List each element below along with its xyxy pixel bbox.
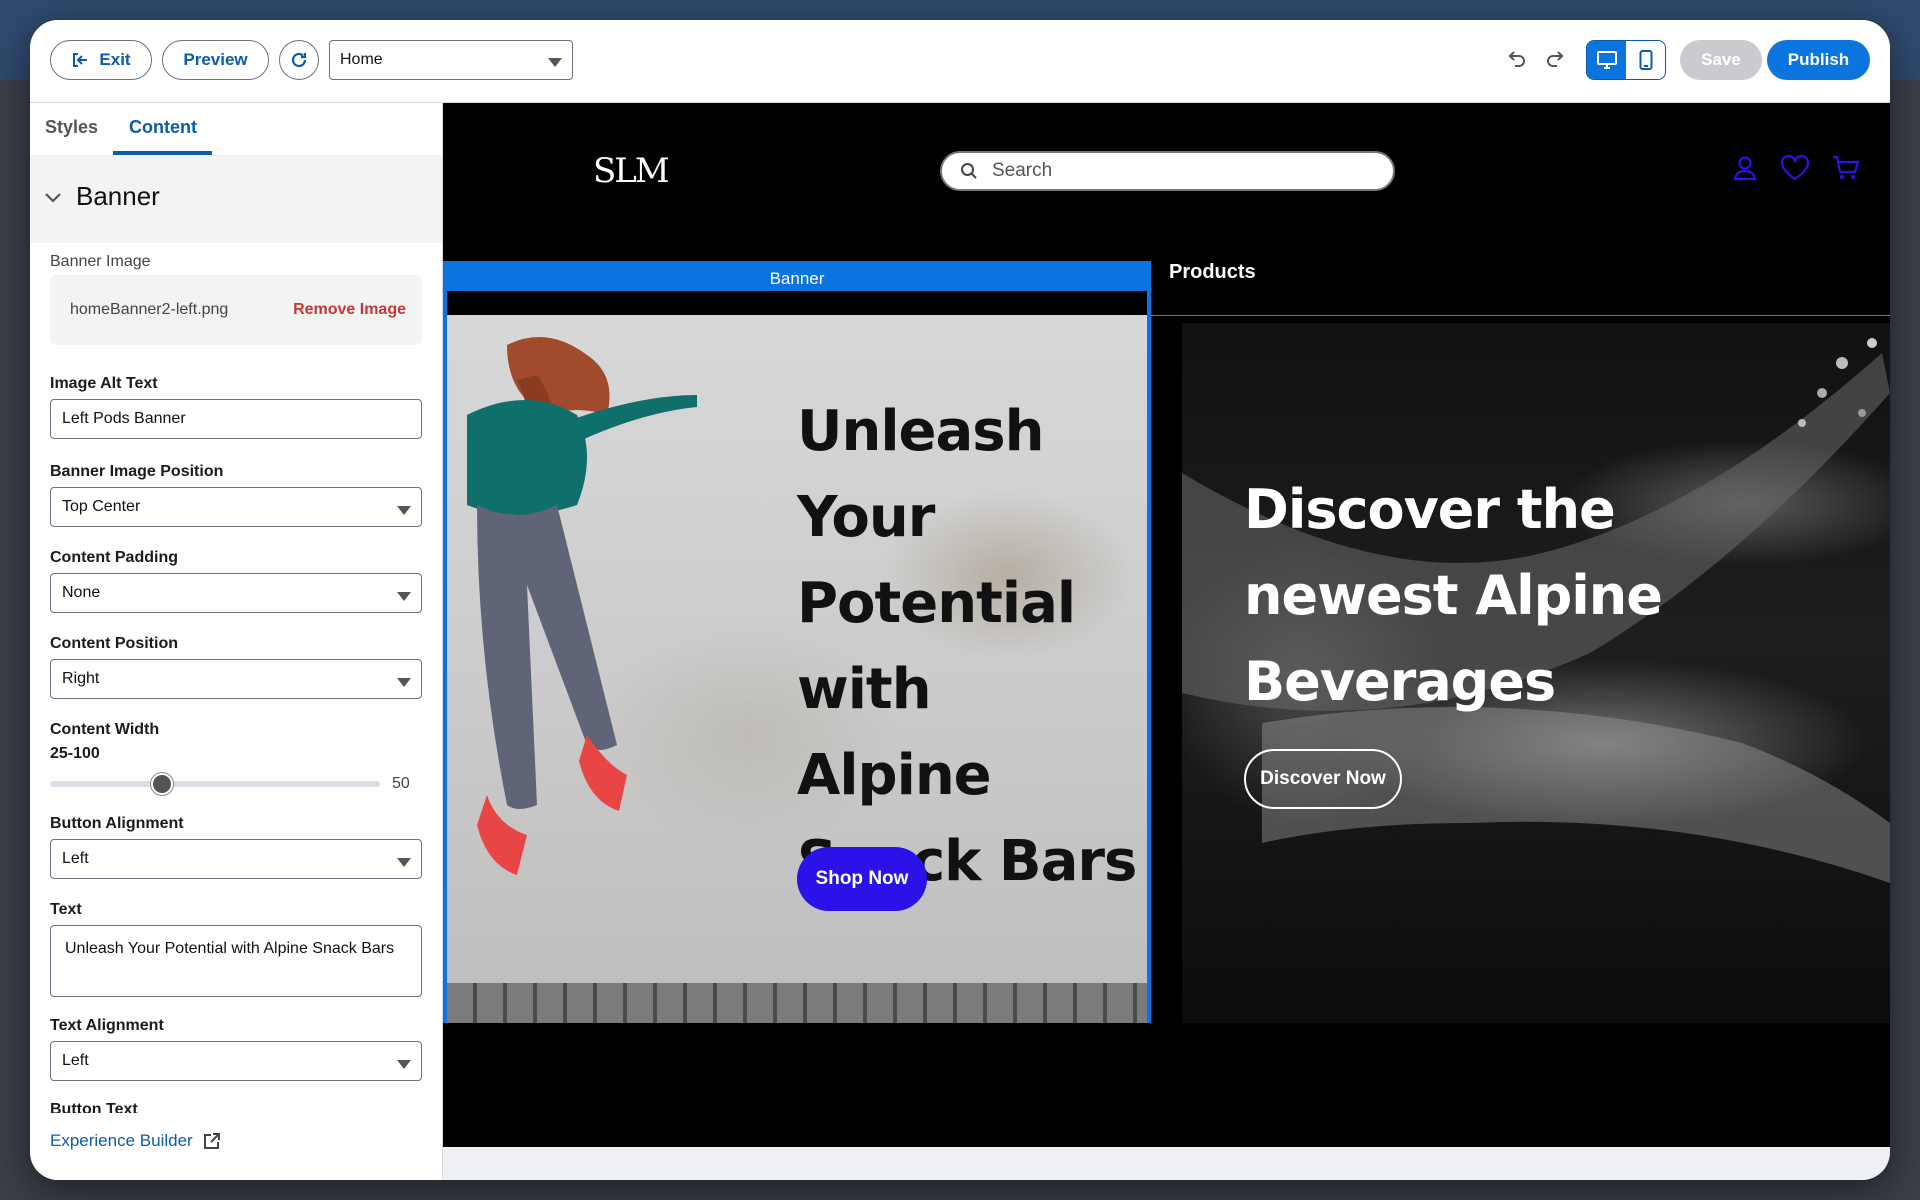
builder-window: Exit Preview Home Save Publish Styles Co… [30,20,1890,1180]
search-icon [960,162,978,180]
site-header-icons [1732,155,1860,181]
image-position-select[interactable]: Top Center [50,487,422,527]
alt-text-value: Left Pods Banner [62,410,186,427]
content-position-label: Content Position [50,635,178,652]
properties-panel: Styles Content Banner Banner Image homeB… [30,103,443,1180]
content-position-value: Right [62,670,100,687]
exit-button[interactable]: Exit [50,40,152,80]
chevron-down-icon [548,55,562,73]
remove-image-button[interactable]: Remove Image [293,301,406,319]
text-alignment-label: Text Alignment [50,1017,164,1034]
content-width-range: 25-100 [50,745,100,762]
preview-button[interactable]: Preview [162,40,269,80]
right-banner-heading[interactable]: Discover the newest Alpine Beverages [1244,467,1744,725]
chevron-down-icon [397,675,411,693]
preview-label: Preview [183,50,248,69]
panel-tabs: Styles Content [30,103,442,156]
shop-now-button[interactable]: Shop Now [797,847,927,911]
external-link-icon [203,1132,221,1150]
mobile-icon [1639,50,1653,70]
tab-styles[interactable]: Styles [45,117,98,138]
properties-scroll-area[interactable]: Banner Image homeBanner2-left.png Remove… [30,243,442,1113]
left-banner-heading[interactable]: Unleash Your Potential with Alpine Snack… [797,389,1137,905]
text-alignment-select[interactable]: Left [50,1041,422,1081]
content-width-value: 50 [392,775,410,792]
button-alignment-value: Left [62,850,89,867]
site-logo[interactable]: SLM [593,151,670,191]
chevron-down-icon [397,855,411,873]
content-padding-select[interactable]: None [50,573,422,613]
page-select-value: Home [340,51,383,68]
alt-text-input[interactable]: Left Pods Banner [50,399,422,439]
chevron-down-icon [44,191,62,209]
experience-builder-label: Experience Builder [50,1131,193,1150]
undo-icon[interactable] [1504,48,1528,72]
cart-icon[interactable] [1832,155,1860,181]
banner-floor [447,983,1147,1023]
exit-icon [71,51,89,69]
redo-icon[interactable] [1544,48,1568,72]
button-alignment-label: Button Alignment [50,815,184,832]
refresh-button[interactable] [279,40,319,80]
site-search-placeholder: Search [992,160,1053,181]
refresh-icon [289,50,309,70]
content-width-slider[interactable] [50,781,380,787]
chevron-down-icon [397,589,411,607]
slider-handle[interactable] [151,773,173,795]
site-preview-canvas[interactable]: SLM Search Products Banner Unleash Your … [443,103,1890,1167]
banner-image-label: Banner Image [50,253,151,270]
discover-now-button[interactable]: Discover Now [1244,749,1402,809]
canvas-bottom-bar [443,1147,1890,1180]
text-alignment-value: Left [62,1052,89,1069]
content-width-label: Content Width [50,721,160,738]
left-banner-image: Unleash Your Potential with Alpine Snack… [447,315,1147,1023]
exit-label: Exit [99,50,131,69]
builder-toolbar: Exit Preview Home Save Publish [30,20,1890,103]
chevron-down-icon [397,1057,411,1075]
site-search-input[interactable]: Search [940,151,1395,191]
alt-text-label: Image Alt Text [50,375,158,392]
publish-button[interactable]: Publish [1767,40,1870,80]
heart-icon[interactable] [1780,155,1810,181]
save-button[interactable]: Save [1680,40,1762,80]
banner-section-header[interactable]: Banner [30,155,442,243]
banner-image-filename: homeBanner2-left.png [70,301,229,318]
nav-item-products[interactable]: Products [1169,261,1256,284]
mobile-view-button[interactable] [1626,41,1665,79]
right-banner[interactable]: Discover the newest Alpine Beverages Dis… [1182,323,1890,1023]
tab-content[interactable]: Content [129,117,197,138]
selected-banner-frame[interactable]: Banner Unleash Your Potential with Alpin… [443,261,1151,1023]
desktop-icon [1596,51,1617,69]
banner-component-tag: Banner [447,265,1147,291]
page-select[interactable]: Home [329,40,573,80]
text-label: Text [50,901,82,918]
text-textarea[interactable]: Unleash Your Potential with Alpine Snack… [50,925,422,997]
nav-divider [1151,315,1890,316]
content-position-select[interactable]: Right [50,659,422,699]
jumping-woman-image [467,337,697,875]
device-toggle [1586,40,1666,80]
banner-image-box: homeBanner2-left.png Remove Image [50,275,422,345]
chevron-down-icon [397,503,411,521]
image-position-value: Top Center [62,498,141,515]
experience-builder-link[interactable]: Experience Builder [50,1131,221,1151]
section-title: Banner [76,181,160,211]
content-padding-value: None [62,584,101,601]
desktop-view-button[interactable] [1587,41,1626,79]
content-padding-label: Content Padding [50,549,178,566]
image-position-label: Banner Image Position [50,463,224,480]
button-text-label: Button Text [50,1101,138,1113]
user-icon[interactable] [1732,155,1758,181]
button-alignment-select[interactable]: Left [50,839,422,879]
